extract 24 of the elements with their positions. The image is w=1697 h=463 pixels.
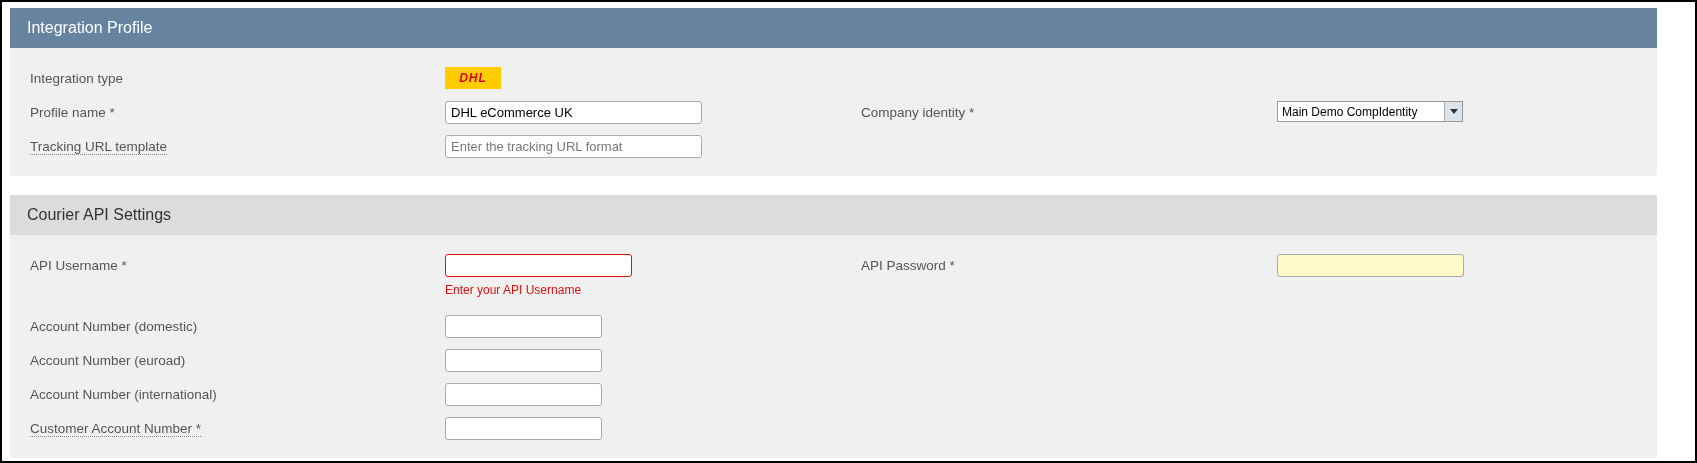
- field-label: Account Number (euroad): [30, 353, 186, 368]
- field-label: Integration type: [30, 71, 124, 86]
- input-field[interactable]: [445, 349, 602, 372]
- caret-icon: [1449, 109, 1458, 114]
- input-field[interactable]: [445, 417, 602, 440]
- field-label[interactable]: Tracking URL template: [30, 139, 168, 155]
- error-message: Enter your API Username: [445, 283, 582, 297]
- field-label: Account Number (international): [30, 387, 217, 402]
- field-label: API Password *: [861, 258, 955, 273]
- field-label[interactable]: Customer Account Number *: [30, 421, 202, 437]
- courier-logo: DHL: [445, 67, 501, 89]
- input-field[interactable]: [1277, 254, 1464, 277]
- panel-title: Integration Profile: [27, 19, 153, 37]
- input-field[interactable]: [445, 383, 602, 406]
- field-label: Account Number (domestic): [30, 319, 198, 334]
- input-field[interactable]: Enter the tracking URL format: [445, 135, 702, 158]
- input-field[interactable]: DHL eCommerce UK: [445, 101, 702, 124]
- field-label: Profile name *: [30, 105, 115, 120]
- panel-title: Courier API Settings: [27, 206, 172, 224]
- company-select[interactable]: Main Demo CompIdentity: [1277, 101, 1463, 122]
- field-label: Company identity *: [861, 105, 975, 120]
- input-field[interactable]: [445, 254, 632, 277]
- field-label: API Username *: [30, 258, 127, 273]
- input-field[interactable]: [445, 315, 602, 338]
